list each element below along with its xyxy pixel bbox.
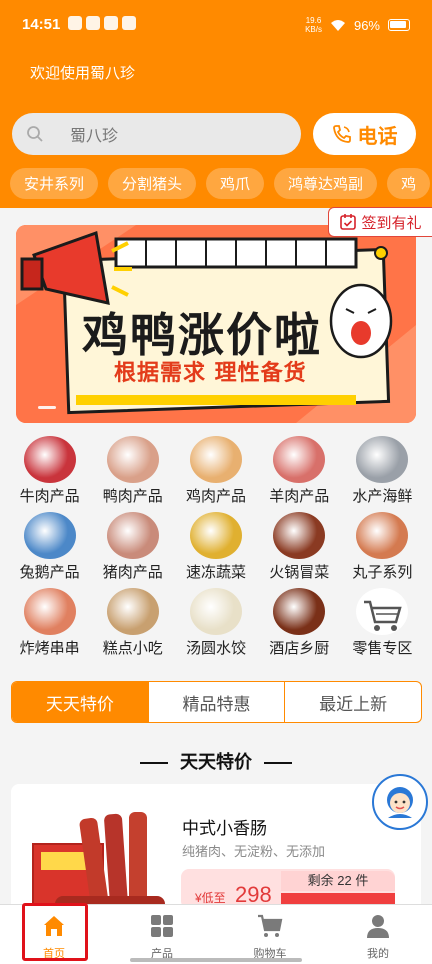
mutton-icon	[273, 436, 326, 483]
calendar-check-icon	[340, 214, 357, 230]
category-item[interactable]: 兔鹅产品	[8, 506, 91, 582]
checkin-label: 签到有礼	[361, 214, 422, 232]
nav-cart[interactable]: 购物车	[216, 905, 324, 964]
customer-service-icon	[387, 787, 413, 818]
category-item[interactable]: 羊肉产品	[258, 430, 341, 506]
price-box: ¥低至 298 剩余 22 件	[181, 869, 395, 909]
category-label: 丸子系列	[352, 564, 413, 581]
category-item[interactable]: 猪肉产品	[91, 506, 174, 582]
category-item[interactable]: 牛肉产品	[8, 430, 91, 506]
category-chips: 安井系列 分割猪头 鸡爪 鸿尊达鸡副 鸡	[10, 168, 432, 200]
search-icon	[27, 126, 43, 142]
chip-anjing[interactable]: 安井系列	[10, 168, 99, 199]
battery-icon	[388, 19, 410, 31]
user-icon	[367, 915, 389, 938]
category-item[interactable]: 糕点小吃	[91, 582, 174, 658]
category-label: 炸烤串串	[19, 640, 80, 657]
category-item[interactable]: 鸭肉产品	[91, 430, 174, 506]
chip-chicken-feet[interactable]: 鸡爪	[206, 168, 265, 199]
category-label: 水产海鲜	[352, 488, 413, 505]
chicken-icon	[189, 436, 242, 483]
status-right: 19.6 KB/s 96%	[305, 16, 410, 34]
product-card[interactable]: 中式小香肠 纯猪肉、无淀粉、无添加 ¥低至 298 剩余 22 件	[11, 784, 421, 909]
checkin-button[interactable]: 签到有礼	[328, 207, 432, 237]
chip-hongzunda[interactable]: 鸿尊达鸡副	[274, 168, 378, 199]
search-bar[interactable]: 蜀八珍	[12, 113, 301, 155]
battery-percent: 96%	[353, 17, 380, 33]
customer-service-button[interactable]	[372, 774, 428, 830]
phone-icon	[332, 125, 351, 143]
category-grid: 牛肉产品 鸭肉产品 鸡肉产品 羊肉产品 水产海鲜兔鹅产品 猪肉产品 速冻蔬菜 火锅冒菜 丸子系列…	[8, 430, 424, 658]
cart-icon	[356, 588, 409, 635]
tangyuan-icon	[189, 588, 242, 635]
category-label: 火锅冒菜	[269, 564, 330, 581]
goose-icon	[23, 512, 76, 559]
category-item[interactable]: 水产海鲜	[341, 430, 424, 506]
search-input[interactable]: 蜀八珍	[70, 122, 118, 146]
banner-subtitle: 根据需求 理性备货	[114, 361, 307, 386]
nav-profile[interactable]: 我的	[324, 905, 432, 964]
category-label: 鸭肉产品	[102, 488, 163, 505]
promo-banner[interactable]: 鸡鸭涨价啦 根据需求 理性备货	[16, 225, 416, 423]
category-item[interactable]: 炸烤串串	[8, 582, 91, 658]
category-label: 猪肉产品	[102, 564, 163, 581]
category-label: 兔鹅产品	[19, 564, 80, 581]
meatball-icon	[356, 512, 409, 559]
remaining-stock: 剩余 22 件	[281, 871, 395, 891]
chip-pig-head[interactable]: 分割猪头	[108, 168, 197, 199]
welcome-text: 欢迎使用蜀八珍	[30, 65, 136, 82]
wifi-icon	[330, 19, 345, 31]
category-label: 汤圆水饺	[185, 640, 246, 657]
category-label: 零售专区	[352, 640, 413, 657]
category-label: 鸡肉产品	[185, 488, 246, 505]
home-icon	[44, 916, 64, 936]
net-speed: 19.6 KB/s	[305, 16, 322, 34]
tab-daily-deals[interactable]: 天天特价	[12, 682, 148, 722]
deal-tabs: 天天特价 精品特惠 最近上新	[11, 681, 422, 723]
category-label: 羊肉产品	[269, 488, 330, 505]
category-item[interactable]: 鸡肉产品	[174, 430, 257, 506]
category-label: 牛肉产品	[19, 488, 80, 505]
duck-meat-icon	[106, 436, 159, 483]
category-item[interactable]: 汤圆水饺	[174, 582, 257, 658]
category-item[interactable]: 零售专区	[341, 582, 424, 658]
frozen-veg-icon	[189, 512, 242, 559]
chip-chicken[interactable]: 鸡	[387, 168, 431, 199]
status-app-icons	[68, 16, 136, 30]
category-label: 速冻蔬菜	[185, 564, 246, 581]
grid-icon	[151, 915, 173, 937]
section-title: 天天特价	[0, 748, 432, 774]
status-bar: 14:51 19.6 KB/s 96%	[0, 0, 432, 46]
category-label: 糕点小吃	[102, 640, 163, 657]
hotpot-icon	[273, 512, 326, 559]
tab-new-arrivals[interactable]: 最近上新	[284, 682, 421, 722]
nav-products[interactable]: 产品	[108, 905, 216, 964]
nav-home[interactable]: 首页	[0, 905, 108, 964]
pork-icon	[106, 512, 159, 559]
gesture-bar	[130, 958, 302, 962]
shrimp-icon	[356, 436, 409, 483]
product-name: 中式小香肠	[182, 819, 267, 838]
product-desc: 纯猪肉、无淀粉、无添加	[182, 844, 326, 859]
sausage-product-image	[32, 812, 165, 909]
category-label: 酒店乡厨	[269, 640, 330, 657]
skewer-icon	[23, 588, 76, 635]
dumpling-icon	[106, 588, 159, 635]
bottom-nav: 首页 产品 购物车 我的	[0, 904, 432, 964]
category-item[interactable]: 火锅冒菜	[258, 506, 341, 582]
phone-button[interactable]: 电话	[313, 113, 416, 155]
braised-pork-icon	[273, 588, 326, 635]
beef-icon	[23, 436, 76, 483]
category-item[interactable]: 酒店乡厨	[258, 582, 341, 658]
cart-icon	[258, 914, 283, 937]
crying-face-icon	[329, 283, 393, 359]
category-item[interactable]: 丸子系列	[341, 506, 424, 582]
tab-premium-deals[interactable]: 精品特惠	[147, 682, 285, 722]
category-item[interactable]: 速冻蔬菜	[174, 506, 257, 582]
banner-pagination	[38, 406, 56, 409]
status-time: 14:51	[22, 16, 61, 33]
phone-label: 电话	[357, 125, 398, 148]
